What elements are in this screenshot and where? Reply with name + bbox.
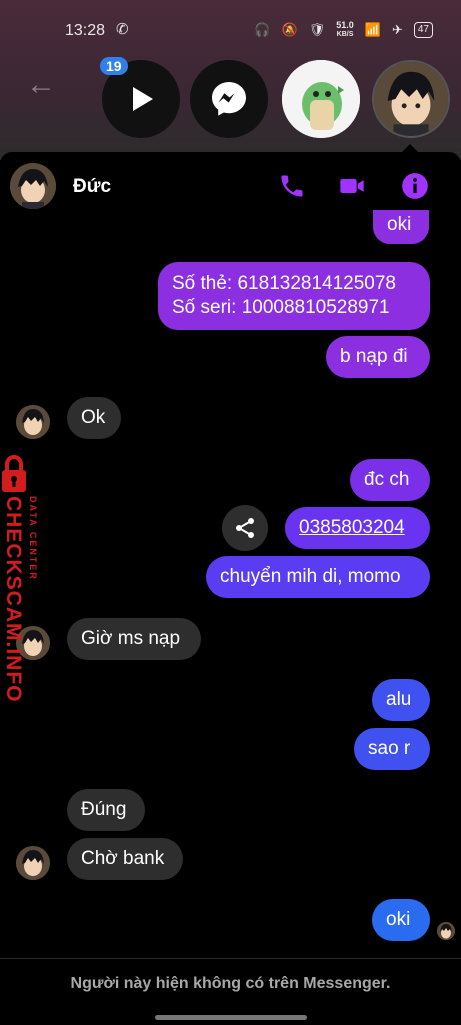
- status-bar: 13:28 ✆ 🎧 🔕 🛡 51.0 KB/S 📶 ✈ 47: [0, 0, 461, 60]
- message-bubble-incoming[interactable]: Ok: [67, 397, 121, 439]
- anime-avatar-image: [374, 62, 448, 136]
- chat-header: Đức: [0, 152, 461, 216]
- info-icon[interactable]: [401, 172, 429, 200]
- phone-icon: ✆: [116, 21, 129, 38]
- message-bubble-outgoing[interactable]: oki: [372, 899, 430, 941]
- padlock-icon: [2, 455, 26, 492]
- dino-avatar-image: [282, 60, 360, 138]
- voice-call-icon[interactable]: [278, 172, 306, 200]
- shield-icon: 🛡: [308, 22, 326, 37]
- contact-avatar-small[interactable]: [16, 405, 50, 439]
- status-time: 13:28: [65, 22, 106, 39]
- wifi-icon: 📶: [364, 22, 381, 37]
- contact-avatar-small[interactable]: [16, 846, 50, 880]
- message-bubble-outgoing[interactable]: đc ch: [350, 459, 430, 501]
- phone-number-link[interactable]: 0385803204: [285, 507, 430, 549]
- mute-icon: 🔕: [281, 22, 298, 37]
- message-bubble-incoming[interactable]: Chờ bank: [67, 838, 183, 880]
- unavailable-notice: Người này hiện không có trên Messenger.: [70, 975, 391, 992]
- message-bubble-outgoing[interactable]: alu: [372, 679, 430, 721]
- anime-avatar-image: [16, 846, 50, 880]
- battery-indicator: 47: [413, 22, 433, 38]
- anime-avatar-image: [16, 405, 50, 439]
- chat-head-user-avatar[interactable]: [372, 60, 450, 138]
- video-call-icon[interactable]: [338, 172, 366, 200]
- message-bubble-outgoing[interactable]: sao r: [354, 728, 430, 770]
- contact-avatar-image: [10, 163, 56, 209]
- headphones-icon: 🎧: [254, 22, 271, 37]
- speed-unit: KB/S: [336, 31, 354, 38]
- watermark-sub-text: DATA CENTER: [28, 496, 38, 581]
- airplane-icon: ✈: [391, 22, 403, 37]
- network-speed: 51.0 KB/S: [336, 21, 354, 39]
- message-bubble-outgoing[interactable]: Số thẻ: 618132814125078 Số seri: 1000881…: [158, 262, 430, 330]
- back-arrow-icon[interactable]: ←: [26, 68, 56, 102]
- seen-receipt-avatar: [437, 922, 455, 940]
- status-icons: 🎧 🔕 🛡 51.0 KB/S 📶 ✈ 47: [254, 21, 433, 39]
- watermark-logo: CHECKSCAM.INFO DATA CENTER: [0, 452, 52, 703]
- message-bubble-outgoing[interactable]: chuyển mih di, momo: [206, 556, 430, 598]
- message-bubble-outgoing[interactable]: b nạp đi: [326, 336, 430, 378]
- message-bubble-outgoing[interactable]: oki: [373, 210, 429, 244]
- contact-avatar[interactable]: [10, 163, 56, 209]
- message-bubble-incoming[interactable]: Đúng: [67, 789, 145, 831]
- chat-head-messenger[interactable]: [190, 60, 268, 138]
- speed-value: 51.0: [336, 20, 354, 30]
- contact-name[interactable]: Đức: [73, 176, 111, 198]
- watermark-main-text: CHECKSCAM.INFO: [2, 496, 25, 703]
- play-icon: [133, 87, 153, 111]
- message-bubble-incoming[interactable]: Giờ ms nạp: [67, 618, 201, 660]
- share-button[interactable]: [222, 505, 268, 551]
- messenger-icon: [212, 82, 246, 116]
- home-indicator[interactable]: [155, 1015, 307, 1020]
- notification-badge: 19: [100, 57, 128, 75]
- chat-head-dino-avatar[interactable]: [282, 60, 360, 138]
- share-icon: [236, 518, 254, 538]
